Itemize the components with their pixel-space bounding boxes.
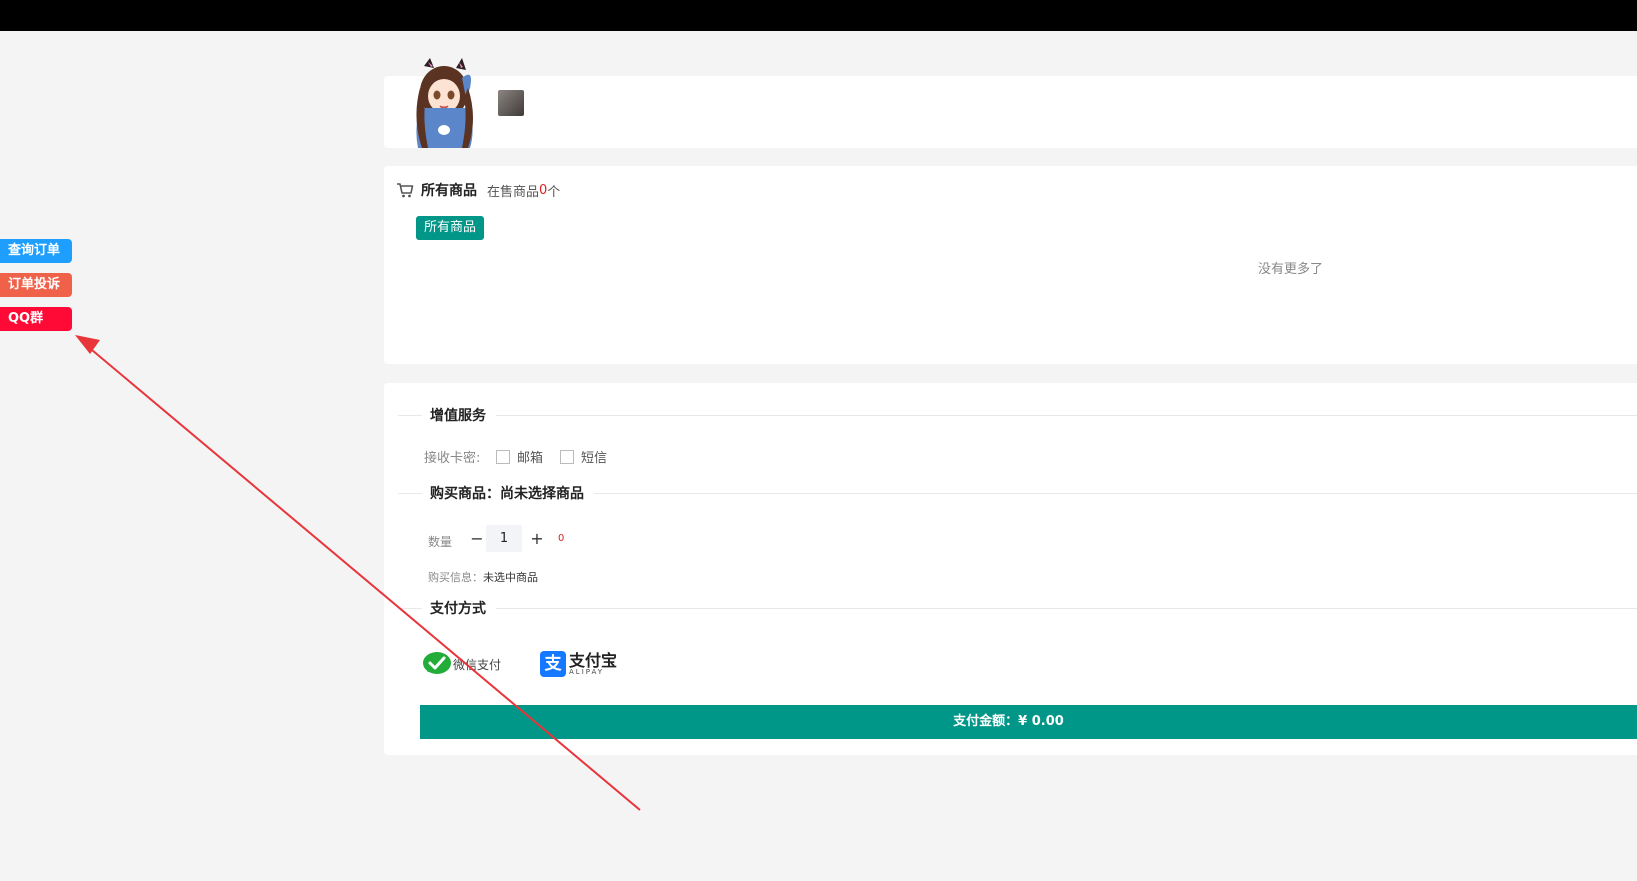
on-sale-label: 在售商品 xyxy=(487,184,540,200)
wechat-pay-label: 微信支付 xyxy=(453,657,502,672)
pay-button[interactable]: 支付金额：¥ 0.00 xyxy=(420,705,1637,739)
shop-header xyxy=(384,58,1637,148)
cart-icon xyxy=(397,183,414,198)
quantity-plus-button[interactable]: + xyxy=(526,526,548,552)
value-added-title: 增值服务 xyxy=(422,405,496,425)
goods-title-row: 所有商品 在售商品 0 个 xyxy=(396,180,560,200)
order-panel: 增值服务 接收卡密: 邮箱 短信 购买商品：尚未选择商品 数量 − + 0 购买… xyxy=(384,383,1637,755)
alipay-cn-label: 支付宝 xyxy=(569,650,618,670)
divider xyxy=(398,608,1637,609)
alipay-en-label: ALIPAY xyxy=(569,667,605,676)
buy-info: 购买信息：未选中商品 xyxy=(428,569,538,585)
email-checkbox[interactable]: 邮箱 xyxy=(496,447,543,466)
order-complaint-button[interactable]: 订单投诉 xyxy=(0,273,72,297)
divider xyxy=(398,415,1637,416)
qq-group-button[interactable]: QQ群 xyxy=(0,307,72,331)
wechat-pay-option[interactable]: 微信支付 xyxy=(422,651,501,677)
checkbox-box[interactable] xyxy=(496,449,510,464)
query-order-button[interactable]: 查询订单 xyxy=(0,239,72,263)
buy-goods-title: 购买商品：尚未选择商品 xyxy=(422,483,594,503)
on-sale-unit: 个 xyxy=(547,184,561,200)
checkbox-box[interactable] xyxy=(560,449,574,464)
shop-logo xyxy=(498,90,524,116)
email-option-label: 邮箱 xyxy=(517,451,544,466)
goods-panel: 所有商品 在售商品 0 个 所有商品 没有更多了 xyxy=(384,166,1637,364)
category-tag-all[interactable]: 所有商品 xyxy=(416,216,485,240)
alipay-option[interactable]: 支 支付宝 ALIPAY xyxy=(540,651,617,677)
no-more-text: 没有更多了 xyxy=(1258,262,1324,277)
goods-title: 所有商品 xyxy=(421,183,477,199)
on-sale-count: 0 xyxy=(539,182,548,198)
quantity-input[interactable] xyxy=(486,525,522,552)
wechat-icon xyxy=(423,652,451,674)
sms-checkbox[interactable]: 短信 xyxy=(560,447,607,466)
buy-info-label: 购买信息： xyxy=(428,571,483,584)
receive-label: 接收卡密: xyxy=(424,451,481,466)
buy-info-value: 未选中商品 xyxy=(483,571,538,584)
stock-count: 0 xyxy=(558,533,565,544)
quantity-label: 数量 xyxy=(428,535,453,549)
top-bar xyxy=(0,0,1637,31)
avatar xyxy=(416,58,473,148)
arrow-head xyxy=(75,335,100,354)
sms-option-label: 短信 xyxy=(581,451,608,466)
payment-title: 支付方式 xyxy=(422,598,496,618)
quantity-minus-button[interactable]: − xyxy=(466,526,488,552)
alipay-logo-text: 支付宝 ALIPAY xyxy=(569,650,618,676)
alipay-icon: 支 xyxy=(540,651,566,677)
